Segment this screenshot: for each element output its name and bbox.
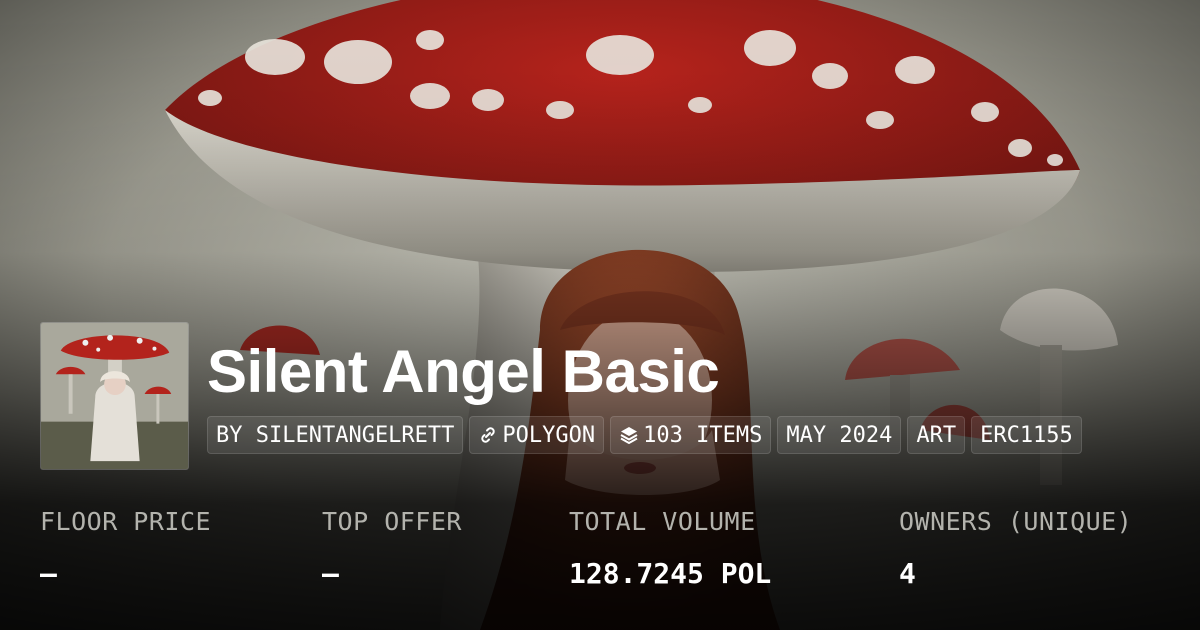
tag-items-label: 103 ITEMS (643, 422, 763, 448)
stat-total-volume: TOTAL VOLUME 128.7245 POL (569, 505, 771, 591)
tag-category[interactable]: ART (907, 416, 966, 454)
tag-standard-label: ERC1155 (980, 422, 1073, 448)
stat-floor-price-label: FLOOR PRICE (40, 507, 212, 536)
tag-chain[interactable]: POLYGON (469, 416, 605, 454)
stat-top-offer-value: — (322, 557, 339, 590)
tag-items[interactable]: 103 ITEMS (610, 416, 772, 454)
tag-creator[interactable]: BY SILENTANGELRETT (207, 416, 464, 454)
tag-standard[interactable]: ERC1155 (971, 416, 1082, 454)
tag-chain-label: POLYGON (502, 422, 596, 448)
tag-date[interactable]: MAY 2024 (777, 416, 902, 454)
tag-category-label: ART (916, 422, 957, 448)
stat-floor-price: FLOOR PRICE — (40, 505, 211, 591)
stat-floor-price-value: — (40, 557, 57, 590)
tag-creator-label: BY SILENTANGELRETT (216, 422, 455, 448)
stat-owners: OWNERS (UNIQUE) 4 (899, 505, 1132, 591)
stat-owners-label: OWNERS (UNIQUE) (899, 507, 1133, 536)
tag-date-label: MAY 2024 (786, 422, 893, 448)
collection-share-card: Silent Angel Basic BY SILENTANGELRETT PO… (0, 0, 1200, 630)
layers-icon (619, 425, 639, 445)
stat-total-volume-label: TOTAL VOLUME (569, 507, 756, 536)
collection-thumbnail (40, 322, 189, 470)
stat-top-offer-label: TOP OFFER (322, 507, 462, 536)
link-icon (478, 425, 498, 445)
collection-avatar-image (41, 323, 188, 469)
collection-tags: BY SILENTANGELRETT POLYGON 103 ITEMS MAY… (207, 416, 1082, 454)
stat-total-volume-value: 128.7245 POL (569, 557, 772, 590)
collection-title: Silent Angel Basic (207, 338, 720, 405)
stat-owners-value: 4 (899, 557, 916, 590)
stat-top-offer: TOP OFFER — (322, 505, 462, 591)
